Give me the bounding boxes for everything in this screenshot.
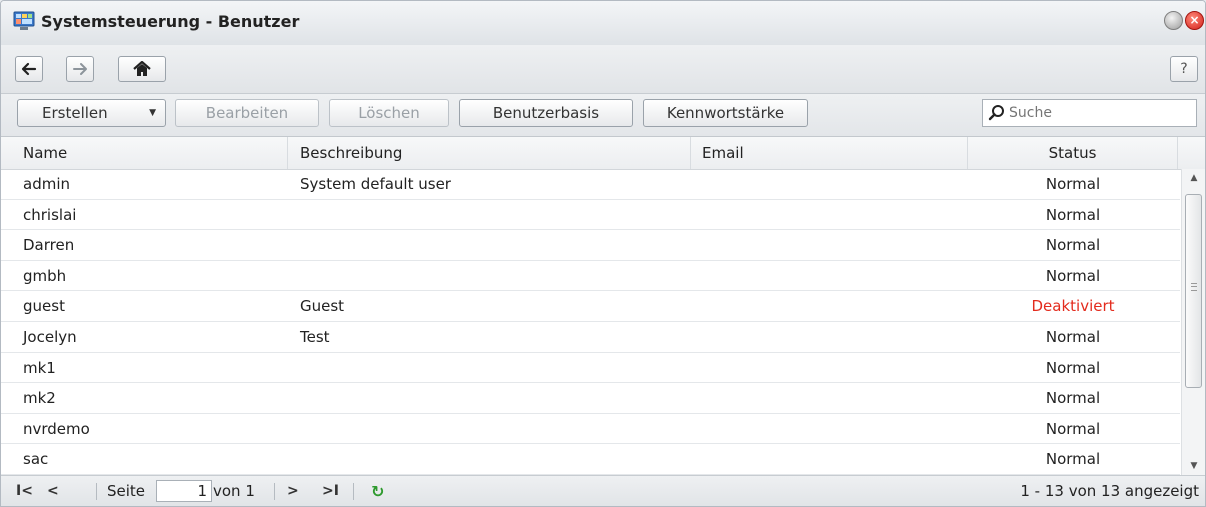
cell-description: Guest [300,297,345,316]
cell-status: Normal [1045,389,1101,408]
table-header: Name Beschreibung Email Status [1,137,1205,170]
display-count: 1 - 13 von 13 angezeigt [1020,482,1199,500]
cell-status: Normal [1045,419,1101,438]
scrollbar-thumb[interactable] [1185,194,1202,388]
control-panel-window: Systemsteuerung - Benutzer × ? Erstellen… [0,0,1206,507]
table-row[interactable]: sac Normal [1,444,1180,475]
close-button[interactable]: × [1185,11,1204,30]
search-box[interactable] [982,99,1197,127]
arrow-right-icon [73,63,87,75]
arrow-left-icon [21,62,37,76]
last-page-icon[interactable]: >I [322,476,339,506]
search-input[interactable] [1009,105,1189,121]
title-bar: Systemsteuerung - Benutzer × [1,1,1205,45]
window-title: Systemsteuerung - Benutzer [41,12,300,31]
vertical-scrollbar[interactable]: ▲ ▼ [1181,169,1205,475]
create-button-label: Erstellen [42,104,108,122]
grip-icon [1191,283,1197,291]
table-row[interactable]: guest Guest Deaktiviert [1,291,1180,322]
cell-name: mk2 [23,389,56,408]
table-row[interactable]: nvrdemo Normal [1,414,1180,445]
table-row[interactable]: Darren Normal [1,230,1180,261]
cell-name: Darren [23,236,75,255]
column-header-description[interactable]: Beschreibung [288,137,691,169]
table-row[interactable]: admin System default user Normal [1,169,1180,200]
divider [274,483,275,500]
delete-button[interactable]: Löschen [329,99,449,127]
page-label: Seite [107,482,146,500]
cell-status: Normal [1045,175,1101,193]
first-page-icon[interactable]: I< [16,476,33,506]
minimize-button[interactable] [1164,11,1183,30]
cell-description: System default user [300,175,451,193]
pagination-bar: I< < Seite von 1 > >I ↻ 1 - 13 von 13 an… [1,475,1205,506]
back-button[interactable] [15,56,43,82]
close-icon: × [1189,13,1200,27]
cell-status: Normal [1045,358,1101,377]
help-button[interactable]: ? [1170,56,1198,82]
user-table: admin System default user Normal chrisla… [1,169,1180,475]
user-home-button[interactable]: Benutzerbasis [459,99,633,127]
cell-status: Deaktiviert [1031,297,1115,316]
cell-name: nvrdemo [23,419,90,438]
scroll-up-icon[interactable]: ▲ [1182,171,1205,185]
cell-status: Normal [1045,266,1101,285]
cell-status: Normal [1045,236,1101,255]
toolbar: Erstellen ▼ Bearbeiten Löschen Benutzerb… [1,94,1205,137]
divider [96,483,97,500]
table-row[interactable]: chrislai Normal [1,200,1180,231]
cell-name: admin [23,175,70,193]
cell-description: Test [300,327,330,346]
cell-name: gmbh [23,266,67,285]
table-row[interactable]: gmbh Normal [1,261,1180,292]
divider [353,483,354,500]
cell-name: Jocelyn [23,327,77,346]
password-strength-button[interactable]: Kennwortstärke [643,99,808,127]
page-count-label: von 1 [213,482,255,500]
cell-status: Normal [1045,205,1101,224]
next-page-icon[interactable]: > [287,476,299,506]
column-header-email[interactable]: Email [691,137,968,169]
cell-name: guest [23,297,65,316]
column-header-status[interactable]: Status [968,137,1178,169]
cell-name: chrislai [23,205,77,224]
chevron-down-icon: ▼ [149,108,156,118]
create-button[interactable]: Erstellen ▼ [17,99,166,127]
control-panel-icon [13,11,35,30]
forward-button[interactable] [66,56,94,82]
edit-button[interactable]: Bearbeiten [175,99,319,127]
table-row[interactable]: mk1 Normal [1,353,1180,384]
previous-page-icon[interactable]: < [47,476,59,506]
home-button[interactable] [118,56,166,82]
table-row[interactable]: mk2 Normal [1,383,1180,414]
search-icon [988,105,1004,121]
column-header-name[interactable]: Name [1,137,288,169]
scroll-down-icon[interactable]: ▼ [1182,459,1205,473]
help-icon: ? [1180,61,1188,77]
navigation-bar: ? [1,45,1205,94]
cell-name: sac [23,450,49,469]
page-number-input[interactable] [156,480,212,502]
table-row[interactable]: Jocelyn Test Normal [1,322,1180,353]
cell-status: Normal [1045,450,1101,469]
refresh-icon[interactable]: ↻ [371,476,384,506]
cell-name: mk1 [23,358,56,377]
home-icon [133,61,151,76]
cell-status: Normal [1045,327,1101,346]
